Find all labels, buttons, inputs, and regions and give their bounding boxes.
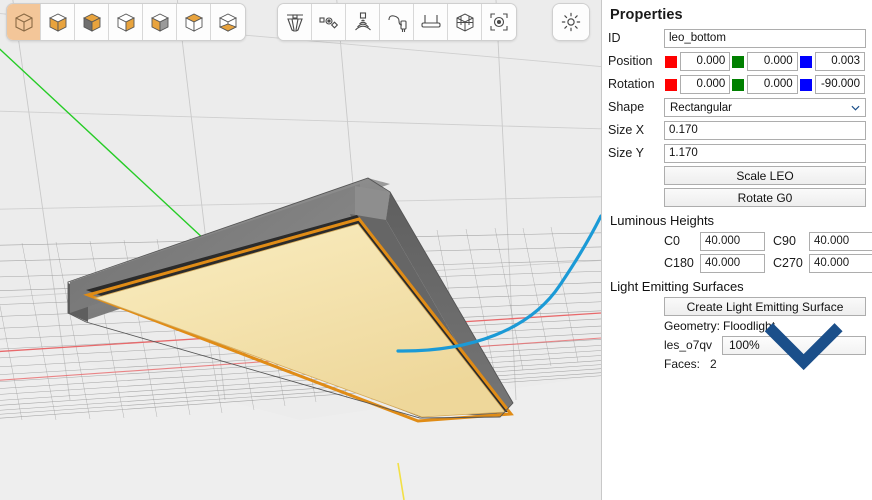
gear-icon[interactable]	[553, 4, 589, 40]
luminaire-icon[interactable]	[278, 4, 312, 40]
light-emitting-surfaces-title: Light Emitting Surfaces	[610, 279, 744, 294]
top-toolbar	[0, 0, 601, 44]
sensor-icon[interactable]	[312, 4, 346, 40]
axis-y-swatch	[732, 55, 745, 68]
c0-label: C0	[664, 234, 680, 248]
position-label: Position	[608, 54, 653, 69]
luminous-heights-title: Luminous Heights	[610, 213, 715, 228]
mounting-rail-icon[interactable]	[414, 4, 448, 40]
view-cube-top-front[interactable]	[41, 4, 75, 40]
id-input[interactable]: leo_bottom	[664, 29, 866, 48]
panel-title: Properties	[610, 7, 683, 23]
power-plug-icon[interactable]	[380, 4, 414, 40]
c0-input[interactable]: 40.000	[700, 231, 765, 251]
size-x-input[interactable]: 0.170	[664, 121, 866, 140]
position-row: Position 0.000 0.000 0.003	[608, 51, 866, 72]
size-y-label: Size Y	[608, 146, 644, 161]
photometric-center-icon[interactable]	[482, 4, 516, 40]
faces-value: 2	[710, 357, 717, 371]
view-cube-iso-wireframe[interactable]	[7, 4, 41, 40]
rotation-row: Rotation 0.000 0.000 -90.000	[608, 74, 866, 95]
shape-row: Shape Rectangular	[608, 97, 866, 118]
axis-x-swatch	[665, 55, 677, 68]
rotation-x-input[interactable]: 0.000	[680, 75, 731, 94]
shape-select[interactable]: Rectangular	[664, 98, 866, 117]
3d-viewport[interactable]	[0, 0, 601, 500]
size-y-input[interactable]: 1.170	[664, 144, 866, 163]
les-id-label: les_o7qv	[664, 338, 713, 352]
view-cube-right[interactable]	[109, 4, 143, 40]
shape-select-value: Rectangular	[670, 101, 733, 114]
c180-input[interactable]: 40.000	[700, 253, 765, 273]
rot-z-swatch	[799, 78, 812, 91]
view-cube-bottom[interactable]	[211, 4, 245, 40]
properties-panel: Properties ID leo_bottom Position 0.000 …	[601, 0, 872, 500]
luminous-heights-row-2: C180 40.000 C270 40.000	[664, 253, 872, 273]
view-cube-front[interactable]	[143, 4, 177, 40]
id-row: ID leo_bottom	[608, 28, 866, 49]
view-cube-top-alt[interactable]	[177, 4, 211, 40]
les-percent-value: 100%	[729, 338, 760, 352]
c180-label: C180	[664, 256, 694, 270]
chevron-down-icon	[764, 323, 843, 371]
scale-leo-button[interactable]: Scale LEO	[664, 166, 866, 185]
viewport-scene	[0, 0, 601, 500]
size-x-row: Size X 0.170	[608, 120, 866, 141]
les-percent-select[interactable]: 100%	[722, 323, 866, 371]
settings-group	[552, 3, 590, 41]
faces-label: Faces:	[664, 357, 701, 371]
position-z-input[interactable]: 0.003	[814, 52, 865, 71]
c270-label: C270	[773, 256, 803, 270]
size-y-row: Size Y 1.170	[608, 143, 866, 164]
luminous-heights-row-1: C0 40.000 C90 40.000	[664, 231, 872, 251]
view-cube-top[interactable]	[75, 4, 109, 40]
bounding-box-icon[interactable]	[448, 4, 482, 40]
geometry-label: Geometry:	[664, 319, 721, 333]
rot-y-swatch	[732, 78, 745, 91]
object-tools-group	[277, 3, 517, 41]
axis-z-swatch	[799, 55, 812, 68]
view-cube-group	[6, 3, 246, 41]
shape-label: Shape	[608, 100, 645, 115]
chevron-down-icon	[851, 105, 860, 111]
les-row: les_o7qv 100%	[664, 323, 866, 371]
id-label: ID	[608, 31, 621, 46]
size-x-label: Size X	[608, 123, 645, 138]
application-window: Properties ID leo_bottom Position 0.000 …	[0, 0, 872, 500]
rot-x-swatch	[665, 78, 677, 91]
rotation-y-input[interactable]: 0.000	[747, 75, 798, 94]
c90-input[interactable]: 40.000	[809, 231, 872, 251]
rotation-z-input[interactable]: -90.000	[814, 75, 865, 94]
c270-input[interactable]: 40.000	[809, 253, 872, 273]
position-x-input[interactable]: 0.000	[680, 52, 731, 71]
rotate-g0-button[interactable]: Rotate G0	[664, 188, 866, 207]
c90-label: C90	[773, 234, 796, 248]
rotation-label: Rotation	[608, 77, 655, 92]
wireless-icon[interactable]	[346, 4, 380, 40]
position-y-input[interactable]: 0.000	[747, 52, 798, 71]
